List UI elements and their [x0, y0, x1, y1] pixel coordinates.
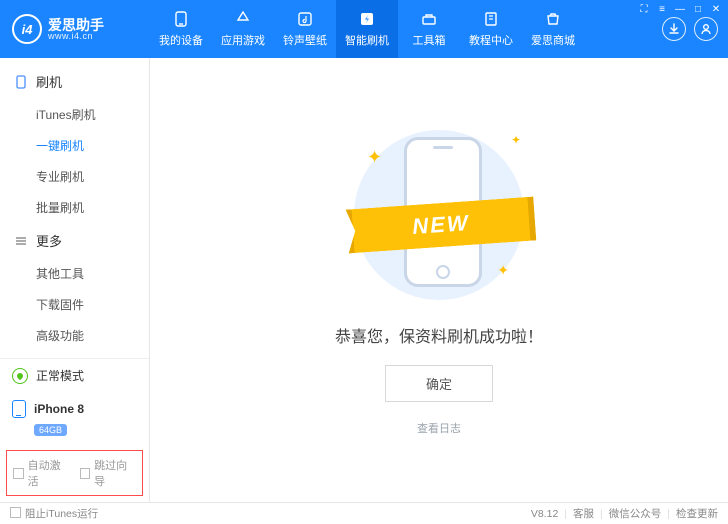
phone-icon [12, 400, 26, 418]
nav-flash[interactable]: 智能刷机 [336, 0, 398, 58]
section-title: 更多 [36, 231, 62, 250]
phone-icon [14, 75, 28, 89]
nav-phone[interactable]: 我的设备 [150, 0, 212, 58]
skin-button[interactable]: ⛶ [638, 4, 650, 14]
flash-icon [358, 10, 376, 28]
phone-icon [172, 10, 190, 28]
checkbox-icon[interactable] [10, 507, 21, 518]
nav-label: 我的设备 [159, 32, 203, 48]
nav-label: 铃声壁纸 [283, 32, 327, 48]
section-title: 刷机 [36, 72, 62, 91]
logo-icon: i4 [12, 14, 42, 44]
sidebar-item[interactable]: iTunes刷机 [0, 99, 149, 130]
minimize-button[interactable]: — [674, 4, 686, 14]
nav-shop[interactable]: 爱思商城 [522, 0, 584, 58]
mode-icon [12, 368, 28, 384]
sidebar-item[interactable]: 其他工具 [0, 258, 149, 289]
app-header: i4 爱思助手 www.i4.cn 我的设备 应用游戏 铃声壁纸 智能刷机 工具箱 教程中… [0, 0, 728, 58]
sidebar-bottom: 正常模式 iPhone 8 64GB 自动激活 跳过向导 [0, 358, 149, 502]
nav-apps[interactable]: 应用游戏 [212, 0, 274, 58]
device-name: iPhone 8 [34, 402, 84, 416]
shop-icon [544, 10, 562, 28]
auto-activate-option[interactable]: 自动激活 [13, 457, 70, 489]
options-box: 自动激活 跳过向导 [6, 450, 143, 496]
confirm-button[interactable]: 确定 [385, 365, 493, 402]
checkbox-icon[interactable] [13, 468, 24, 479]
nav-label: 智能刷机 [345, 32, 389, 48]
sidebar-item[interactable]: 专业刷机 [0, 161, 149, 192]
block-itunes-option[interactable]: 阻止iTunes运行 [10, 506, 98, 521]
nav-toolbox[interactable]: 工具箱 [398, 0, 460, 58]
support-link[interactable]: 客服 [573, 506, 594, 521]
music-icon [296, 10, 314, 28]
menu-button[interactable]: ≡ [656, 4, 668, 14]
nav-book[interactable]: 教程中心 [460, 0, 522, 58]
view-log-link[interactable]: 查看日志 [417, 420, 461, 436]
nav-label: 教程中心 [469, 32, 513, 48]
nav-music[interactable]: 铃声壁纸 [274, 0, 336, 58]
close-button[interactable]: ✕ [710, 4, 722, 14]
download-button[interactable] [662, 17, 686, 41]
sidebar: 刷机 iTunes刷机一键刷机专业刷机批量刷机更多其他工具下载固件高级功能 正常模… [0, 58, 150, 502]
logo-text: 爱思助手 www.i4.cn [48, 18, 104, 41]
sidebar-item[interactable]: 高级功能 [0, 320, 149, 351]
device-info[interactable]: iPhone 8 64GB [0, 392, 149, 444]
user-button[interactable] [694, 17, 718, 41]
mode-label: 正常模式 [36, 367, 84, 384]
nav-label: 爱思商城 [531, 32, 575, 48]
storage-badge: 64GB [34, 424, 67, 436]
sidebar-section-header[interactable]: 刷机 [0, 64, 149, 99]
book-icon [482, 10, 500, 28]
sidebar-section-header[interactable]: 更多 [0, 223, 149, 258]
sidebar-item[interactable]: 批量刷机 [0, 192, 149, 223]
skip-guide-option[interactable]: 跳过向导 [80, 457, 137, 489]
app-url: www.i4.cn [48, 32, 104, 41]
toolbox-icon [420, 10, 438, 28]
sidebar-item[interactable]: 一键刷机 [0, 130, 149, 161]
checkbox-icon[interactable] [80, 468, 91, 479]
top-nav: 我的设备 应用游戏 铃声壁纸 智能刷机 工具箱 教程中心 爱思商城 [150, 0, 584, 58]
device-mode[interactable]: 正常模式 [0, 359, 149, 392]
sidebar-item[interactable]: 下载固件 [0, 289, 149, 320]
nav-label: 工具箱 [413, 32, 446, 48]
apps-icon [234, 10, 252, 28]
menu-icon [14, 234, 28, 248]
window-controls: ⛶ ≡ — □ ✕ [638, 4, 722, 14]
main-content: ✦ ✦ ✦ NEW 恭喜您，保资料刷机成功啦！ 确定 查看日志 [150, 58, 728, 502]
logo-area: i4 爱思助手 www.i4.cn [0, 0, 150, 58]
version-label: V8.12 [531, 508, 558, 520]
app-name: 爱思助手 [48, 18, 104, 32]
maximize-button[interactable]: □ [692, 4, 704, 14]
nav-label: 应用游戏 [221, 32, 265, 48]
wechat-link[interactable]: 微信公众号 [609, 506, 662, 521]
success-message: 恭喜您，保资料刷机成功啦！ [335, 323, 543, 347]
success-illustration: ✦ ✦ ✦ NEW [339, 125, 539, 305]
status-bar: 阻止iTunes运行 V8.12 | 客服 | 微信公众号 | 检查更新 [0, 502, 728, 524]
update-link[interactable]: 检查更新 [676, 506, 718, 521]
